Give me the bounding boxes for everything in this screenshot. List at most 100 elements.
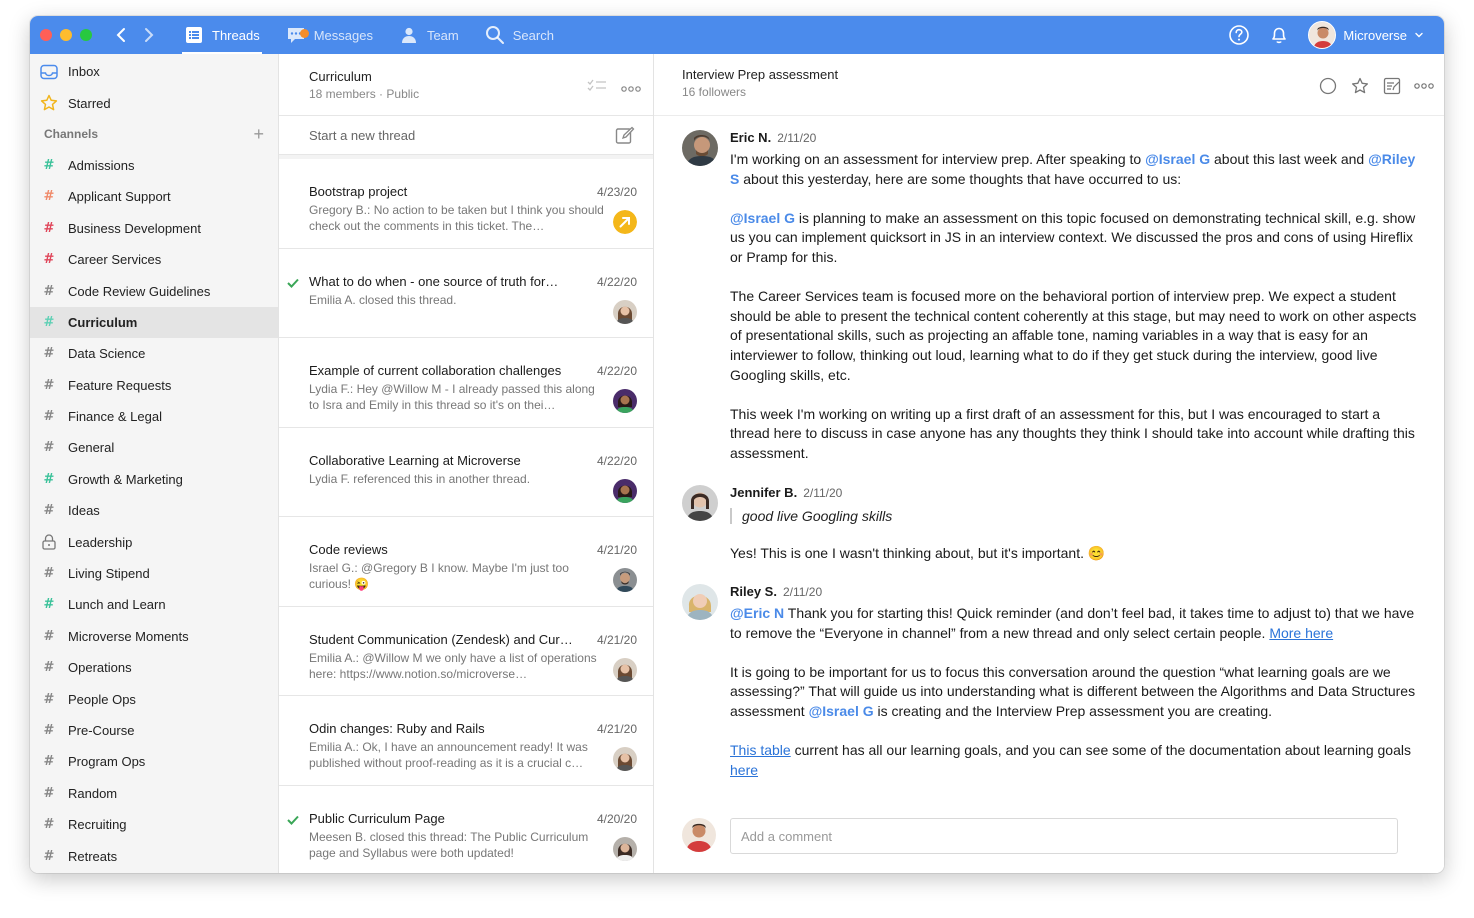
sidebar-item-channel[interactable]: # Lunch and Learn [30, 589, 278, 620]
thread-title: Public Curriculum Page [309, 810, 445, 826]
hash-icon: # [43, 566, 55, 582]
more-here-link[interactable]: More here [1269, 625, 1333, 641]
sidebar-item-channel[interactable]: # Curriculum [30, 306, 278, 339]
message-header: Jennifer B. 2/11/20 [730, 485, 1422, 505]
thread-list-item[interactable]: Odin changes: Ruby and Rails 4/21/20 Emili… [279, 696, 653, 786]
avatar[interactable] [682, 584, 718, 620]
thread-preview: Emilia A.: Ok, I have an announcement re… [309, 740, 588, 770]
comment-input[interactable] [730, 818, 1398, 854]
back-arrow-icon[interactable] [114, 27, 128, 43]
minimize-window-button[interactable] [60, 29, 72, 41]
mention[interactable]: @Israel G [809, 703, 874, 719]
sidebar-item-label: Living Stipend [68, 566, 150, 582]
edit-note-icon[interactable] [1382, 76, 1402, 96]
sidebar-item-channel[interactable]: # Microverse Moments [30, 621, 278, 652]
channel-header: Curriculum 18 members · Public [279, 54, 653, 116]
close-thread-circle-icon[interactable] [1318, 76, 1338, 96]
sidebar-item-channel[interactable]: # Feature Requests [30, 370, 278, 401]
this-table-link[interactable]: This table [730, 742, 791, 758]
thread-date: 4/22/20 [596, 453, 637, 468]
tab-messages[interactable]: Messages [284, 16, 375, 54]
chevron-down-icon[interactable] [1414, 30, 1424, 40]
sidebar-item-channel[interactable]: # Random [30, 778, 278, 809]
sidebar-item-starred[interactable]: Starred [30, 87, 278, 118]
thread-preview: Meesen B. closed this thread: The Public… [309, 829, 589, 860]
sidebar-item-channel[interactable]: # Growth & Marketing [30, 464, 278, 495]
thread-preview: Israel G.: @Gregory B I know. Maybe I'm … [309, 561, 569, 591]
sidebar-item-channel[interactable]: # Retreats [30, 840, 278, 871]
thread-list-pane: Curriculum 18 members · Public Start a n… [279, 54, 654, 873]
thread-list-item[interactable]: Bootstrap project 4/23/20 Gregory B.: No a… [279, 159, 653, 249]
thread-list-item[interactable]: Student Communication (Zendesk) and Cur…… [279, 607, 653, 696]
user-name[interactable]: Microverse [1343, 28, 1407, 43]
sidebar-item-channel[interactable]: # Finance & Legal [30, 401, 278, 432]
compose-icon[interactable] [615, 126, 635, 149]
sidebar-item-channel[interactable]: # Ideas [30, 495, 278, 526]
add-channel-icon[interactable]: + [253, 124, 264, 145]
author-name[interactable]: Jennifer B. [730, 485, 797, 500]
thread-list-item[interactable]: What to do when - one source of truth fo… [279, 249, 653, 338]
sidebar-item-channel[interactable]: # Business Development [30, 213, 278, 244]
help-icon[interactable] [1228, 24, 1250, 46]
new-thread-input[interactable]: Start a new thread [279, 116, 653, 155]
chat-bubble-icon [286, 25, 309, 45]
mention[interactable]: @Israel G [730, 210, 795, 226]
sidebar-item-label: Feature Requests [68, 377, 172, 393]
forward-arrow-icon[interactable] [142, 27, 156, 43]
avatar [613, 389, 637, 413]
thread-list-item[interactable]: Example of current collaboration challen… [279, 338, 653, 428]
thread-list-item[interactable]: Public Curriculum Page 4/20/20 Meesen B. c… [279, 786, 653, 874]
bell-icon[interactable] [1268, 24, 1290, 46]
mention[interactable]: @Israel G [1145, 151, 1210, 167]
tab-team-label: Team [426, 27, 459, 43]
sidebar-item-channel[interactable]: # People Ops [30, 683, 278, 714]
sidebar-item-channel[interactable]: # Recruiting [30, 809, 278, 840]
sidebar-item-channel[interactable]: # Data Science [30, 338, 278, 369]
new-thread-placeholder: Start a new thread [309, 127, 416, 143]
sidebar-item-channel[interactable]: # Code Review Guidelines [30, 275, 278, 306]
thread-list-item[interactable]: Collaborative Learning at Microverse 4/22… [279, 428, 653, 517]
author-name[interactable]: Eric N. [730, 130, 771, 145]
maximize-window-button[interactable] [80, 29, 92, 41]
text: current has all our learning goals, and … [790, 742, 1411, 759]
sidebar-item-channel[interactable]: # Applicant Support [30, 181, 278, 212]
sidebar-item-channel[interactable]: # Operations [30, 652, 278, 683]
user-avatar[interactable] [1308, 21, 1337, 49]
avatar[interactable] [682, 130, 718, 166]
hash-icon: # [43, 597, 55, 613]
tab-team[interactable]: Team [397, 16, 461, 54]
star-outline-icon[interactable] [1350, 76, 1370, 96]
thread-preview: Emilia A. closed this thread. [309, 292, 457, 307]
sidebar-item-channel[interactable]: # Living Stipend [30, 558, 278, 589]
tab-search[interactable]: Search [483, 16, 556, 54]
sidebar-item-label: Inbox [68, 64, 100, 80]
checklist-icon[interactable] [587, 78, 607, 97]
text: is planning to make an assessment on thi… [730, 209, 1416, 265]
here-link[interactable]: here [730, 762, 758, 778]
avatar [613, 478, 637, 503]
sidebar-item-channel[interactable]: # General [30, 432, 278, 463]
thread-list-item[interactable]: Code reviews 4/21/20 Israel G.: @Gregory B… [279, 517, 653, 607]
checkmark-icon [287, 275, 299, 291]
mention[interactable]: @Eric N [730, 605, 784, 621]
avatar[interactable] [682, 485, 718, 521]
close-window-button[interactable] [40, 29, 52, 41]
sidebar-item-inbox[interactable]: Inbox [30, 56, 278, 87]
more-options-icon[interactable] [1414, 76, 1434, 96]
list-icon [184, 25, 204, 45]
hash-icon: # [43, 691, 55, 707]
app-window: Threads Messages Team Search Microverse … [30, 16, 1444, 873]
sidebar-item-channel[interactable]: # Program Ops [30, 746, 278, 777]
tab-threads[interactable]: Threads [182, 16, 262, 54]
author-name[interactable]: Riley S. [730, 584, 777, 599]
hash-icon: # [43, 817, 55, 833]
more-options-icon[interactable] [621, 79, 641, 97]
sidebar-item-channel[interactable]: Leadership [30, 526, 278, 557]
sidebar-item-channel[interactable]: # Admissions [30, 150, 278, 181]
message-header: Eric N. 2/11/20 [730, 130, 1422, 150]
sidebar-item-channel[interactable]: # Career Services [30, 244, 278, 275]
tab-search-label: Search [512, 27, 554, 43]
sidebar-item-channel[interactable]: # Pre-Course [30, 715, 278, 746]
thread-header: Interview Prep assessment 16 followers [654, 54, 1444, 116]
member-count[interactable]: 18 members [309, 87, 376, 101]
